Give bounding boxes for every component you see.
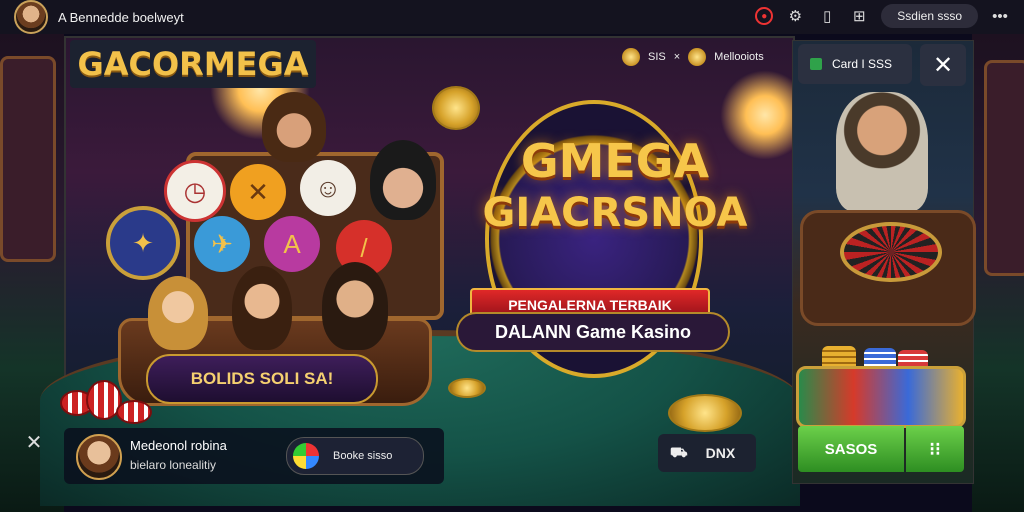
dealer-character xyxy=(836,92,928,212)
host-subtitle: bielaro lonealitiy xyxy=(130,458,217,472)
top-icons: ● ⚙ ▯ ⊞ Ssdien ssso ••• xyxy=(755,4,1010,28)
host-name: Medeonol robina xyxy=(130,438,227,453)
clock-icon: ◷ xyxy=(164,160,226,222)
character-cowboy xyxy=(262,92,326,162)
character-woman xyxy=(148,276,208,350)
close-icon[interactable]: ✕ xyxy=(24,432,44,454)
info-left: SIS xyxy=(648,51,666,63)
headline-line1: GMEGA xyxy=(520,134,710,188)
host-avatar xyxy=(76,434,122,480)
chip-pill-button[interactable]: Booke sisso xyxy=(286,437,424,475)
top-pill-button[interactable]: Ssdien ssso xyxy=(881,4,978,28)
chip-stack xyxy=(116,400,152,424)
phone-icon[interactable]: ▯ xyxy=(817,6,837,26)
casino-scene: A Bennedde boelweyt ● ⚙ ▯ ⊞ Ssdien ssso … xyxy=(0,0,1024,512)
slot-machine-left xyxy=(0,56,56,262)
gold-chip xyxy=(668,394,742,432)
user-avatar[interactable] xyxy=(14,0,48,34)
coin-icon xyxy=(688,48,707,66)
chip-pill-label: Booke sisso xyxy=(333,450,393,462)
tools-icon: ✕ xyxy=(230,164,286,220)
face-symbol: ☺ xyxy=(300,160,356,216)
grid-icon[interactable]: ⊞ xyxy=(849,6,869,26)
banner-top-info: SIS × Mellooiots xyxy=(622,48,764,66)
dnx-label: DNX xyxy=(705,445,736,461)
more-icon[interactable]: ••• xyxy=(990,6,1010,26)
info-right: Mellooiots xyxy=(714,51,764,63)
card-label: Card I SSS xyxy=(832,57,893,71)
character-sunglasses xyxy=(322,262,388,350)
dnx-button[interactable]: ⛟ DNX xyxy=(658,434,756,472)
top-bar: A Bennedde boelweyt ● ⚙ ▯ ⊞ Ssdien ssso … xyxy=(0,0,1024,34)
headline: GMEGA GIACRSNOA xyxy=(470,136,760,236)
compass-icon: ✦ xyxy=(106,206,180,280)
close-panel-button[interactable]: ✕ xyxy=(920,44,966,86)
top-title: A Bennedde boelweyt xyxy=(58,9,184,25)
shop-icon: ⛟ xyxy=(670,443,688,460)
sword-icon: ✈ xyxy=(194,216,250,272)
character-hat xyxy=(370,140,436,220)
gold-coin xyxy=(432,86,480,130)
secondary-action-button[interactable]: ⁝⁝ xyxy=(906,426,964,472)
slot-machine-right xyxy=(984,60,1024,276)
mini-slot-machine xyxy=(796,366,966,428)
bonus-label[interactable]: BOLIDS SOLI SA! xyxy=(146,354,378,404)
chip-icon xyxy=(293,443,319,469)
info-sep: × xyxy=(673,51,681,63)
card-icon xyxy=(810,58,822,70)
brand-logo: GACORMEGA xyxy=(70,40,316,88)
character-man xyxy=(232,266,292,350)
roulette-wheel xyxy=(840,222,942,282)
gear-icon[interactable]: ⚙ xyxy=(785,6,805,26)
coin-icon xyxy=(622,48,640,66)
letter-symbol: A xyxy=(264,216,320,272)
gold-coin xyxy=(448,378,486,398)
tagline-subribbon: DALANN Game Kasino xyxy=(456,312,730,352)
record-icon[interactable]: ● xyxy=(755,7,774,25)
headline-line2: GIACRSNOA xyxy=(482,190,748,236)
primary-action-button[interactable]: SASOS xyxy=(798,426,904,472)
card-button[interactable]: Card I SSS xyxy=(798,44,912,84)
